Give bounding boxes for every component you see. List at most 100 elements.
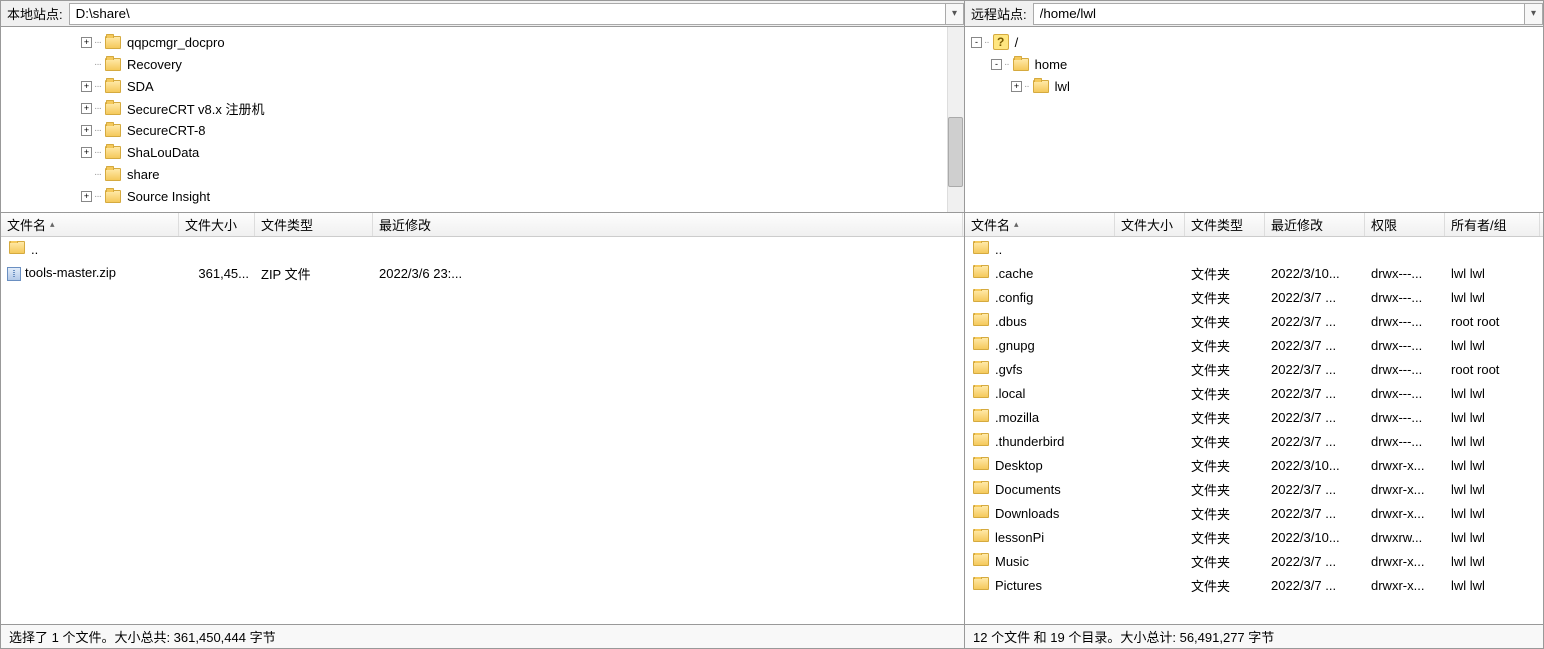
folder-icon bbox=[1033, 80, 1049, 93]
tree-item[interactable]: +···SecureCRT v8.x 注册机 bbox=[1, 97, 964, 119]
file-row[interactable]: .gnupg文件夹2022/3/7 ...drwx---...lwl lwl bbox=[965, 333, 1543, 357]
cell-date: 2022/3/7 ... bbox=[1265, 290, 1365, 305]
tree-item[interactable]: +···ShaLouData bbox=[1, 141, 964, 163]
expand-toggle[interactable]: + bbox=[81, 37, 92, 48]
remote-file-header: 文件名▴ 文件大小 文件类型 最近修改 权限 所有者/组 bbox=[965, 213, 1543, 237]
cell-type: 文件夹 bbox=[1185, 504, 1265, 523]
file-row[interactable]: Documents文件夹2022/3/7 ...drwxr-x...lwl lw… bbox=[965, 477, 1543, 501]
cell-name: Pictures bbox=[965, 577, 1115, 593]
tree-item[interactable]: ···share bbox=[1, 163, 964, 185]
cell-date: 2022/3/10... bbox=[1265, 266, 1365, 281]
file-row[interactable]: Pictures文件夹2022/3/7 ...drwxr-x...lwl lwl bbox=[965, 573, 1543, 597]
cell-date: 2022/3/10... bbox=[1265, 530, 1365, 545]
local-tree[interactable]: +···qqpcmgr_docpro···Recovery+···SDA+···… bbox=[1, 27, 964, 213]
cell-date: 2022/3/7 ... bbox=[1265, 410, 1365, 425]
local-path-input[interactable] bbox=[69, 3, 946, 25]
cell-name: Downloads bbox=[965, 505, 1115, 521]
remote-tree[interactable]: -··?/-··home+··lwl bbox=[965, 27, 1543, 213]
file-row[interactable]: Downloads文件夹2022/3/7 ...drwxr-x...lwl lw… bbox=[965, 501, 1543, 525]
folder-icon bbox=[105, 124, 121, 137]
cell-perm: drwxr-x... bbox=[1365, 482, 1445, 497]
remote-path-input[interactable] bbox=[1033, 3, 1525, 25]
expand-toggle[interactable]: + bbox=[81, 147, 92, 158]
tree-item-label: SecureCRT-8 bbox=[127, 123, 206, 138]
col-size[interactable]: 文件大小 bbox=[179, 213, 255, 236]
cell-perm: drwx---... bbox=[1365, 338, 1445, 353]
cell-name: .thunderbird bbox=[965, 433, 1115, 449]
cell-date: 2022/3/7 ... bbox=[1265, 386, 1365, 401]
file-row[interactable]: .mozilla文件夹2022/3/7 ...drwx---...lwl lwl bbox=[965, 405, 1543, 429]
cell-type: 文件夹 bbox=[1185, 360, 1265, 379]
expand-toggle[interactable]: + bbox=[81, 125, 92, 136]
file-row[interactable]: .. bbox=[1, 237, 964, 261]
folder-icon bbox=[973, 505, 989, 518]
tree-item-label: Recovery bbox=[127, 57, 182, 72]
cell-perm: drwxrw... bbox=[1365, 530, 1445, 545]
cell-date: 2022/3/7 ... bbox=[1265, 338, 1365, 353]
expand-toggle[interactable]: + bbox=[1011, 81, 1022, 92]
file-row[interactable]: lessonPi文件夹2022/3/10...drwxrw...lwl lwl bbox=[965, 525, 1543, 549]
remote-path-dropdown[interactable]: ▾ bbox=[1525, 3, 1543, 25]
tree-item[interactable]: ···Recovery bbox=[1, 53, 964, 75]
file-row[interactable]: Desktop文件夹2022/3/10...drwxr-x...lwl lwl bbox=[965, 453, 1543, 477]
folder-icon bbox=[973, 361, 989, 374]
col-date[interactable]: 最近修改 bbox=[373, 213, 963, 236]
cell-owner: lwl lwl bbox=[1445, 554, 1540, 569]
file-row[interactable]: .cache文件夹2022/3/10...drwx---...lwl lwl bbox=[965, 261, 1543, 285]
col-type[interactable]: 文件类型 bbox=[1185, 213, 1265, 236]
col-name[interactable]: 文件名▴ bbox=[1, 213, 179, 236]
col-name[interactable]: 文件名▴ bbox=[965, 213, 1115, 236]
col-perm[interactable]: 权限 bbox=[1365, 213, 1445, 236]
folder-icon bbox=[105, 102, 121, 115]
local-path-dropdown[interactable]: ▾ bbox=[946, 3, 964, 25]
cell-name: tools-master.zip bbox=[1, 265, 179, 281]
cell-type: 文件夹 bbox=[1185, 384, 1265, 403]
cell-owner: lwl lwl bbox=[1445, 338, 1540, 353]
tree-item-label: lwl bbox=[1055, 79, 1070, 94]
cell-date: 2022/3/7 ... bbox=[1265, 314, 1365, 329]
cell-owner: lwl lwl bbox=[1445, 578, 1540, 593]
local-file-list[interactable]: ..tools-master.zip361,45...ZIP 文件2022/3/… bbox=[1, 237, 964, 624]
file-row[interactable]: .local文件夹2022/3/7 ...drwx---...lwl lwl bbox=[965, 381, 1543, 405]
remote-file-list[interactable]: ...cache文件夹2022/3/10...drwx---...lwl lwl… bbox=[965, 237, 1543, 624]
file-row[interactable]: Music文件夹2022/3/7 ...drwxr-x...lwl lwl bbox=[965, 549, 1543, 573]
cell-perm: drwx---... bbox=[1365, 266, 1445, 281]
tree-item[interactable]: +···Source Insight bbox=[1, 185, 964, 207]
tree-item[interactable]: +···qqpcmgr_docpro bbox=[1, 31, 964, 53]
file-row[interactable]: .dbus文件夹2022/3/7 ...drwx---...root root bbox=[965, 309, 1543, 333]
tree-item-label: ShaLouData bbox=[127, 145, 199, 160]
file-row[interactable]: .gvfs文件夹2022/3/7 ...drwx---...root root bbox=[965, 357, 1543, 381]
tree-item[interactable]: +···SDA bbox=[1, 75, 964, 97]
col-date[interactable]: 最近修改 bbox=[1265, 213, 1365, 236]
folder-icon bbox=[1013, 58, 1029, 71]
folder-icon bbox=[105, 58, 121, 71]
expand-toggle[interactable]: + bbox=[81, 103, 92, 114]
folder-icon bbox=[105, 80, 121, 93]
cell-owner: lwl lwl bbox=[1445, 386, 1540, 401]
cell-owner: lwl lwl bbox=[1445, 266, 1540, 281]
scrollbar[interactable] bbox=[947, 27, 964, 212]
cell-type: 文件夹 bbox=[1185, 528, 1265, 547]
file-row[interactable]: .thunderbird文件夹2022/3/7 ...drwx---...lwl… bbox=[965, 429, 1543, 453]
local-pane: 本地站点: ▾ +···qqpcmgr_docpro···Recovery+··… bbox=[1, 1, 965, 648]
file-row[interactable]: .. bbox=[965, 237, 1543, 261]
col-size[interactable]: 文件大小 bbox=[1115, 213, 1185, 236]
tree-item[interactable]: -··?/ bbox=[965, 31, 1543, 53]
file-row[interactable]: tools-master.zip361,45...ZIP 文件2022/3/6 … bbox=[1, 261, 964, 285]
file-row[interactable]: .config文件夹2022/3/7 ...drwx---...lwl lwl bbox=[965, 285, 1543, 309]
cell-name: .dbus bbox=[965, 313, 1115, 329]
cell-type: 文件夹 bbox=[1185, 408, 1265, 427]
expand-toggle[interactable]: + bbox=[81, 81, 92, 92]
cell-date: 2022/3/7 ... bbox=[1265, 506, 1365, 521]
col-owner[interactable]: 所有者/组 bbox=[1445, 213, 1540, 236]
cell-perm: drwxr-x... bbox=[1365, 554, 1445, 569]
tree-item[interactable]: +··lwl bbox=[965, 75, 1543, 97]
col-type[interactable]: 文件类型 bbox=[255, 213, 373, 236]
expand-toggle[interactable]: - bbox=[971, 37, 982, 48]
expand-toggle[interactable]: + bbox=[81, 191, 92, 202]
expand-toggle[interactable]: - bbox=[991, 59, 1002, 70]
cell-perm: drwx---... bbox=[1365, 410, 1445, 425]
tree-item[interactable]: +···SecureCRT-8 bbox=[1, 119, 964, 141]
tree-item[interactable]: -··home bbox=[965, 53, 1543, 75]
scrollbar-thumb[interactable] bbox=[948, 117, 963, 187]
